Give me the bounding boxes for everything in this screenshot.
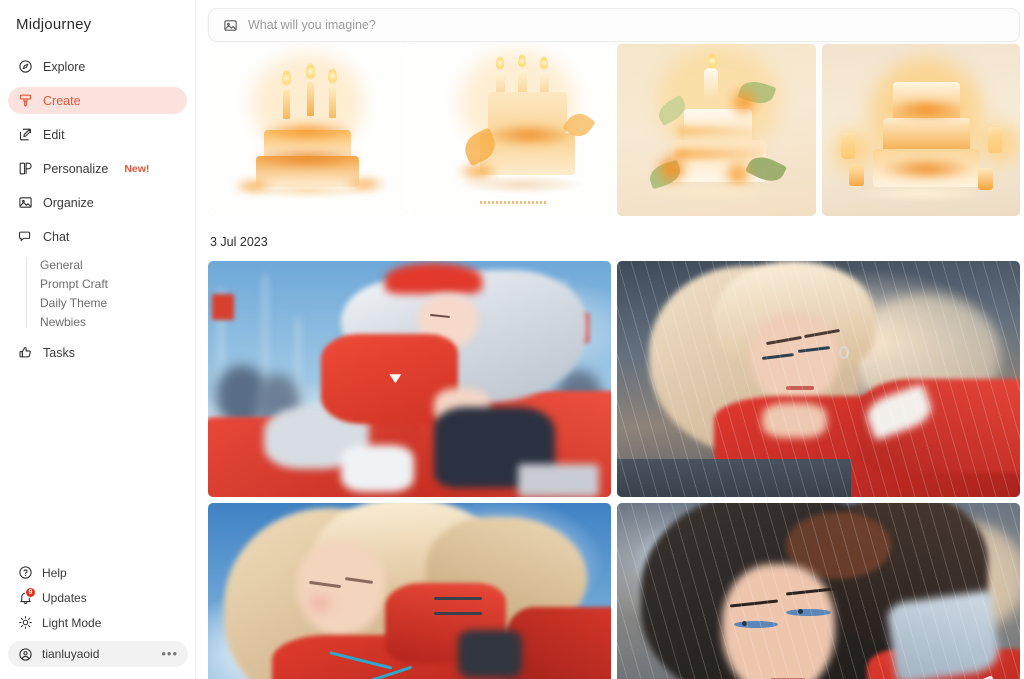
artwork-blonde-red-jacket-rain bbox=[617, 261, 1020, 497]
sidebar-item-label: Explore bbox=[43, 59, 86, 74]
chat-subnav: General Prompt Craft Daily Theme Newbies bbox=[8, 255, 187, 331]
feed-row-anime-1 bbox=[208, 261, 1020, 497]
user-menu-icon[interactable]: ••• bbox=[161, 647, 178, 660]
personalize-icon bbox=[18, 161, 33, 176]
feed-image-card[interactable] bbox=[617, 44, 816, 216]
question-circle-icon bbox=[18, 565, 33, 580]
prompt-input[interactable] bbox=[248, 9, 1005, 41]
sidebar-item-create[interactable]: Create bbox=[8, 87, 187, 114]
image-feed: 3 Jul 2023 bbox=[196, 0, 1024, 679]
midjourney-app: Midjourney Explore Create Edit Personali… bbox=[0, 0, 1024, 679]
artwork-cake-glow-citrus bbox=[617, 44, 816, 216]
feed-image-card[interactable] bbox=[208, 44, 407, 216]
light-mode-toggle[interactable]: Light Mode bbox=[8, 610, 188, 635]
prompt-bar[interactable] bbox=[208, 8, 1020, 42]
chat-channel-label: Newbies bbox=[40, 314, 87, 329]
feed-image-card[interactable] bbox=[821, 44, 1020, 216]
feed-row-cakes bbox=[208, 44, 1020, 216]
feed-row-anime-2 bbox=[208, 503, 1020, 679]
artwork-cake-watercolor-1 bbox=[208, 44, 407, 216]
updates-button[interactable]: 9 Updates bbox=[8, 585, 188, 610]
chat-channel-label: Prompt Craft bbox=[40, 276, 109, 291]
feed-image-card[interactable] bbox=[412, 44, 611, 216]
chat-channel-newbies[interactable]: Newbies bbox=[34, 312, 187, 331]
feed-image-card[interactable] bbox=[208, 503, 611, 679]
pencil-square-icon bbox=[18, 127, 33, 142]
chat-channel-general[interactable]: General bbox=[34, 255, 187, 274]
feed-image-card[interactable] bbox=[617, 261, 1020, 497]
sidebar-bottom-section: Help 9 Updates Light Mode tianluyaoid ••… bbox=[0, 560, 196, 667]
artwork-cake-watercolor-2 bbox=[412, 44, 611, 216]
artwork-dark-hair-blue-eyes-rain bbox=[617, 503, 1020, 679]
chat-channel-daily-theme[interactable]: Daily Theme bbox=[34, 293, 187, 312]
light-mode-label: Light Mode bbox=[42, 615, 102, 630]
chat-channel-label: General bbox=[40, 257, 83, 272]
feed-image-card[interactable] bbox=[208, 261, 611, 497]
sidebar-item-label: Organize bbox=[43, 195, 94, 210]
sidebar-item-explore[interactable]: Explore bbox=[8, 53, 187, 80]
chat-channel-prompt-craft[interactable]: Prompt Craft bbox=[34, 274, 187, 293]
sidebar-item-label: Create bbox=[43, 93, 81, 108]
user-account-button[interactable]: tianluyaoid ••• bbox=[8, 641, 188, 667]
main-content: 3 Jul 2023 bbox=[196, 0, 1024, 679]
sun-icon bbox=[18, 615, 33, 630]
new-badge: New! bbox=[124, 162, 150, 175]
feed-date-label: 3 Jul 2023 bbox=[210, 235, 268, 249]
app-brand-title: Midjourney bbox=[16, 16, 92, 33]
sidebar-item-label: Edit bbox=[43, 127, 65, 142]
sidebar-item-label: Personalize bbox=[43, 161, 109, 176]
sidebar-item-label: Tasks bbox=[43, 345, 75, 360]
artwork-cake-glow-candles bbox=[821, 44, 1020, 216]
sidebar-item-edit[interactable]: Edit bbox=[8, 121, 187, 148]
chat-channel-label: Daily Theme bbox=[40, 295, 108, 310]
user-name-label: tianluyaoid bbox=[42, 647, 100, 661]
sidebar-item-tasks[interactable]: Tasks bbox=[8, 339, 187, 366]
updates-count-badge: 9 bbox=[25, 587, 36, 598]
updates-label: Updates bbox=[42, 590, 87, 605]
thumbs-up-icon bbox=[18, 345, 33, 360]
avatar-icon bbox=[18, 647, 33, 662]
artwork-blonde-mecha-pilot bbox=[208, 503, 611, 679]
prompt-bar-container bbox=[208, 8, 1020, 42]
image-icon[interactable] bbox=[223, 18, 238, 33]
brush-icon bbox=[18, 93, 33, 108]
help-label: Help bbox=[42, 565, 67, 580]
chat-bubble-icon bbox=[18, 229, 33, 244]
primary-nav: Explore Create Edit Personalize New! Org… bbox=[0, 53, 195, 366]
compass-icon bbox=[18, 59, 33, 74]
artwork-silver-hair-red-cap bbox=[208, 261, 611, 497]
sidebar-item-chat[interactable]: Chat bbox=[8, 223, 187, 250]
image-folder-icon bbox=[18, 195, 33, 210]
sidebar-item-organize[interactable]: Organize bbox=[8, 189, 187, 216]
help-button[interactable]: Help bbox=[8, 560, 188, 585]
sidebar-item-personalize[interactable]: Personalize New! bbox=[8, 155, 187, 182]
sidebar-item-label: Chat bbox=[43, 229, 70, 244]
feed-image-card[interactable] bbox=[617, 503, 1020, 679]
sidebar: Midjourney Explore Create Edit Personali… bbox=[0, 0, 196, 679]
